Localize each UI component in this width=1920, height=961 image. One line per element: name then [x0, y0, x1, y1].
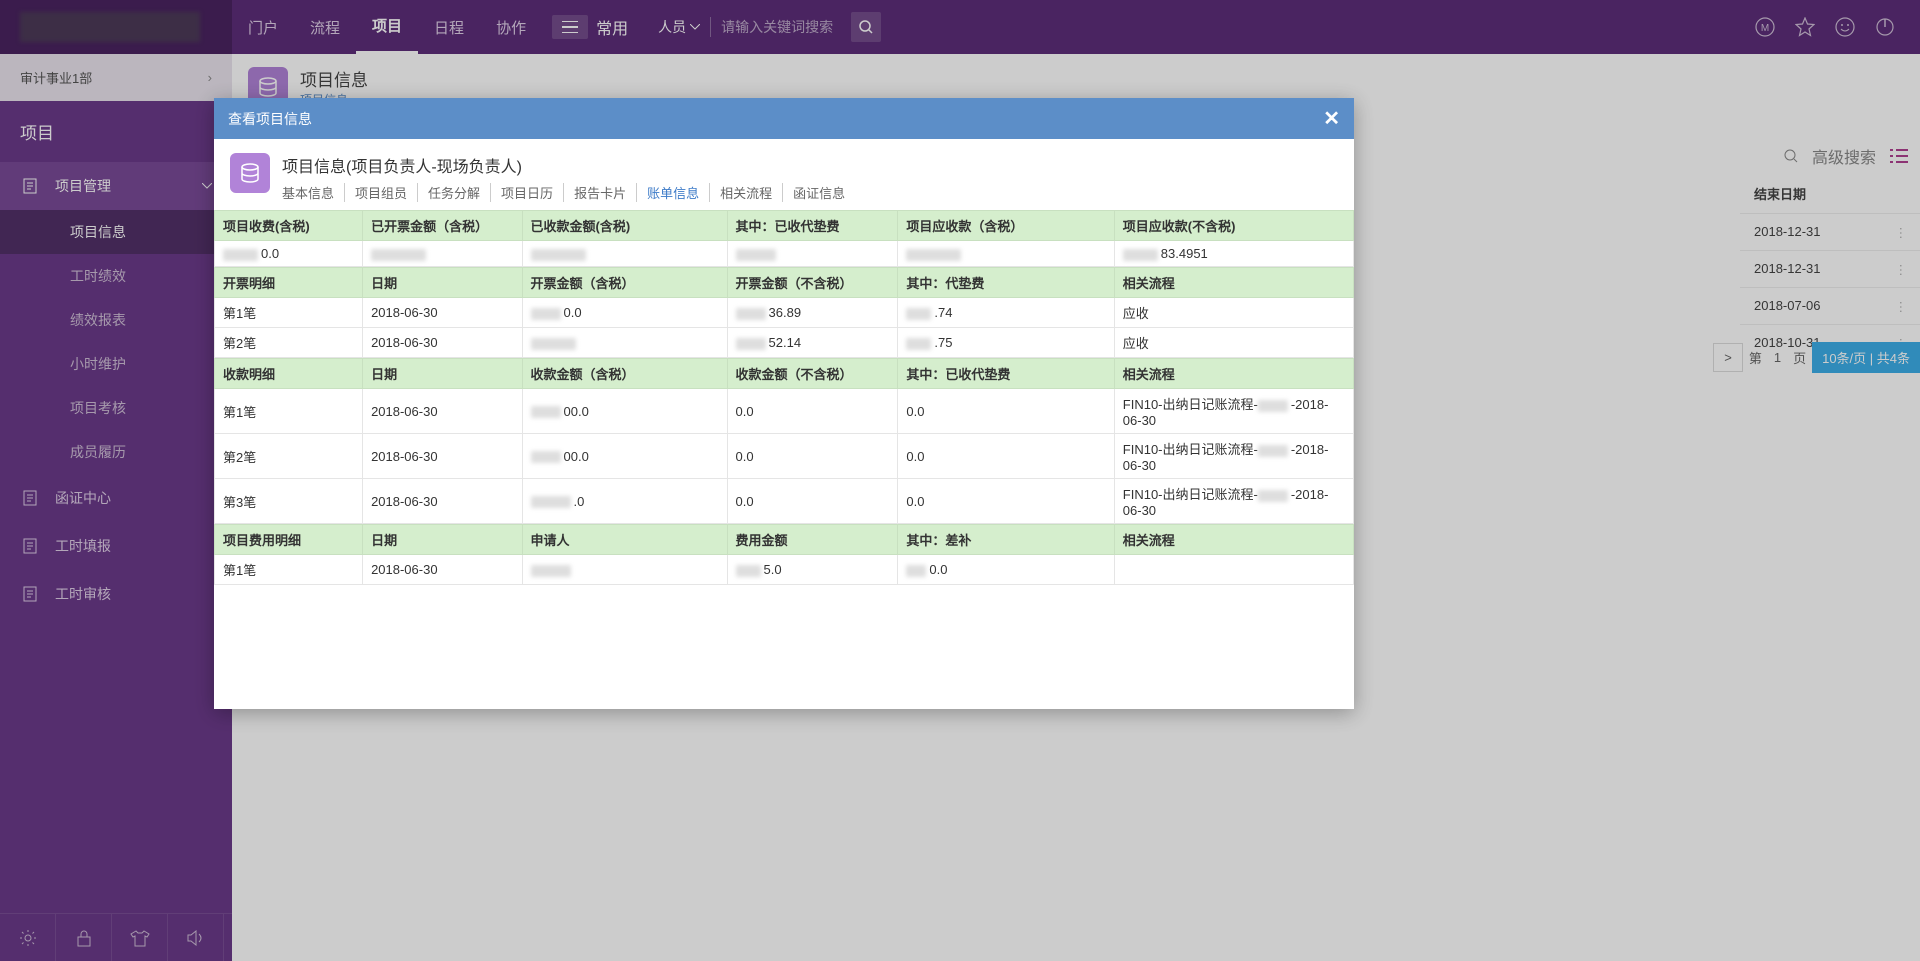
- tab-confirmation-info[interactable]: 函证信息: [783, 183, 855, 202]
- modal-titlebar: 项目信息(项目负责人-现场负责人) 基本信息 项目组员 任务分解 项目日历 报告…: [214, 139, 1354, 210]
- close-icon[interactable]: ✕: [1323, 106, 1340, 131]
- invoice-header: 开票金额（含税）: [522, 268, 727, 298]
- summary-header: 已收款金额(含税): [522, 211, 727, 241]
- summary-header: 项目收费(含税): [215, 211, 363, 241]
- expense-header: 费用金额: [727, 525, 898, 555]
- tab-basic-info[interactable]: 基本信息: [282, 183, 345, 202]
- summary-header: 项目应收款(不含税): [1114, 211, 1353, 241]
- invoice-header: 相关流程: [1114, 268, 1353, 298]
- receipt-header: 收款明细: [215, 359, 363, 389]
- table-row: 第1笔 2018-06-30 00.0 0.0 0.0 FIN10-出纳日记账流…: [215, 389, 1354, 434]
- tab-task-breakdown[interactable]: 任务分解: [418, 183, 491, 202]
- summary-header: 其中：已收代垫费: [727, 211, 898, 241]
- tab-members[interactable]: 项目组员: [345, 183, 418, 202]
- database-icon: [230, 153, 270, 193]
- table-row: 第1笔 2018-06-30 0.0 36.89 .74 应收: [215, 298, 1354, 328]
- invoice-header: 开票金额（不含税）: [727, 268, 898, 298]
- receipt-table: 收款明细 日期 收款金额（含税） 收款金额（不含税） 其中：已收代垫费 相关流程…: [214, 358, 1354, 524]
- invoice-header: 日期: [363, 268, 522, 298]
- table-row: 第1笔 2018-06-30 5.0 0.0: [215, 555, 1354, 585]
- summary-header: 已开票金额（含税）: [363, 211, 522, 241]
- expense-header: 申请人: [522, 525, 727, 555]
- receipt-header: 其中：已收代垫费: [898, 359, 1114, 389]
- expense-header: 日期: [363, 525, 522, 555]
- invoice-header: 其中：代垫费: [898, 268, 1114, 298]
- tab-calendar[interactable]: 项目日历: [491, 183, 564, 202]
- table-row: 0.0 83.4951: [215, 241, 1354, 267]
- summary-header: 项目应收款（含税）: [898, 211, 1114, 241]
- invoice-header: 开票明细: [215, 268, 363, 298]
- table-row: 第2笔 2018-06-30 00.0 0.0 0.0 FIN10-出纳日记账流…: [215, 434, 1354, 479]
- receipt-header: 日期: [363, 359, 522, 389]
- summary-table: 项目收费(含税) 已开票金额（含税） 已收款金额(含税) 其中：已收代垫费 项目…: [214, 210, 1354, 267]
- table-row: 第2笔 2018-06-30 52.14 .75 应收: [215, 328, 1354, 358]
- invoice-table: 开票明细 日期 开票金额（含税） 开票金额（不含税） 其中：代垫费 相关流程 第…: [214, 267, 1354, 358]
- expense-header: 其中：差补: [898, 525, 1114, 555]
- modal-title: 项目信息(项目负责人-现场负责人): [282, 153, 855, 177]
- receipt-header: 收款金额（不含税）: [727, 359, 898, 389]
- table-row: 第3笔 2018-06-30 .0 0.0 0.0 FIN10-出纳日记账流程-…: [215, 479, 1354, 524]
- expense-table: 项目费用明细 日期 申请人 费用金额 其中：差补 相关流程 第1笔 2018-0…: [214, 524, 1354, 585]
- receipt-header: 相关流程: [1114, 359, 1353, 389]
- tab-related-process[interactable]: 相关流程: [710, 183, 783, 202]
- modal-header-title: 查看项目信息: [228, 109, 312, 129]
- modal-tabs: 基本信息 项目组员 任务分解 项目日历 报告卡片 账单信息 相关流程 函证信息: [282, 183, 855, 202]
- tab-billing-info[interactable]: 账单信息: [637, 183, 710, 202]
- expense-header: 项目费用明细: [215, 525, 363, 555]
- tab-report-card[interactable]: 报告卡片: [564, 183, 637, 202]
- modal-body: 项目信息(项目负责人-现场负责人) 基本信息 项目组员 任务分解 项目日历 报告…: [214, 139, 1354, 709]
- modal-view-project-info: 查看项目信息 ✕ 项目信息(项目负责人-现场负责人) 基本信息 项目组员 任务分…: [214, 98, 1354, 709]
- modal-header: 查看项目信息 ✕: [214, 98, 1354, 139]
- expense-header: 相关流程: [1114, 525, 1353, 555]
- receipt-header: 收款金额（含税）: [522, 359, 727, 389]
